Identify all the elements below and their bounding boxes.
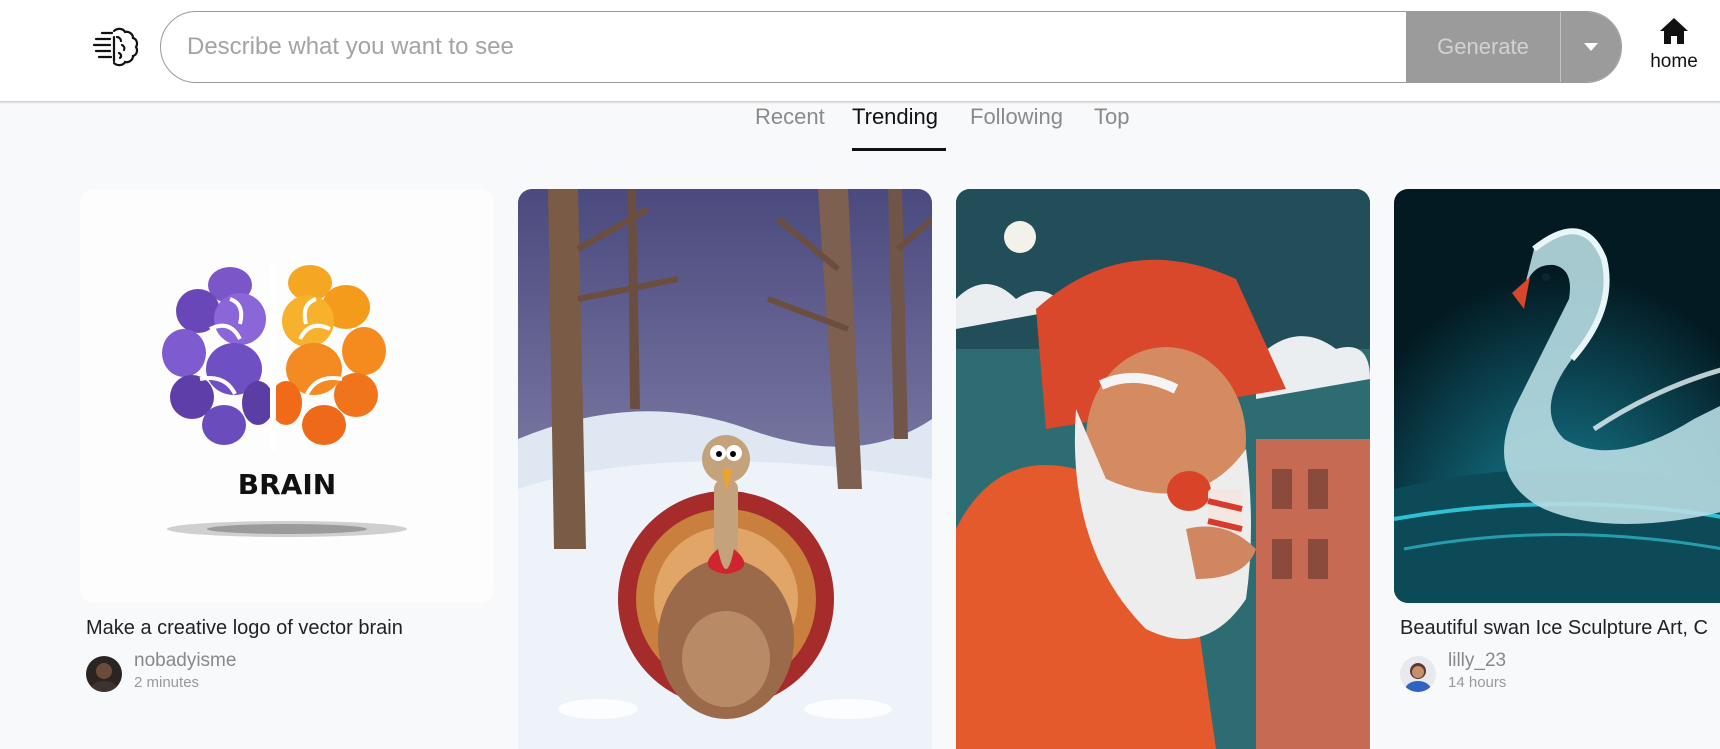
brain-logo-image: BRAIN [80,189,494,603]
brain-logo-text: BRAIN [238,468,336,501]
post-time: 14 hours [1448,674,1507,691]
caret-down-icon [1584,43,1598,51]
home-button[interactable]: home [1640,16,1708,78]
turkey-image [518,189,932,749]
feed-tabs: Recent Trending Following Top [0,100,1720,160]
card-author: nobadyisme 2 minutes [86,650,236,692]
card-author: lilly_23 14 hours [1400,650,1506,692]
tab-recent[interactable]: Recent [755,104,825,130]
avatar[interactable] [86,656,122,692]
generate-button[interactable]: Generate [1406,12,1560,82]
feed-card-ice-swan[interactable] [1394,189,1720,603]
home-label: home [1650,51,1698,72]
santa-image [956,189,1370,749]
feed-card-santa[interactable] [956,189,1370,749]
generate-options-dropdown[interactable] [1561,12,1621,82]
home-icon [1660,18,1688,44]
ice-swan-image [1394,189,1720,603]
feed-card-brain-logo[interactable]: BRAIN [80,189,494,603]
prompt-search-bar: Generate [160,11,1622,83]
author-name[interactable]: nobadyisme [134,650,236,672]
top-header: Generate home [0,0,1720,102]
tab-trending[interactable]: Trending [852,104,938,130]
prompt-input[interactable] [161,12,1406,82]
author-name[interactable]: lilly_23 [1448,650,1506,672]
tab-following[interactable]: Following [970,104,1063,130]
avatar[interactable] [1400,656,1436,692]
post-time: 2 minutes [134,674,200,691]
card-caption[interactable]: Make a creative logo of vector brain [86,617,506,640]
tab-top[interactable]: Top [1094,104,1129,130]
card-caption[interactable]: Beautiful swan Ice Sculpture Art, C [1400,617,1720,640]
brain-speed-icon[interactable] [92,23,140,71]
active-tab-indicator [852,148,946,151]
feed-card-turkey[interactable] [518,189,932,749]
